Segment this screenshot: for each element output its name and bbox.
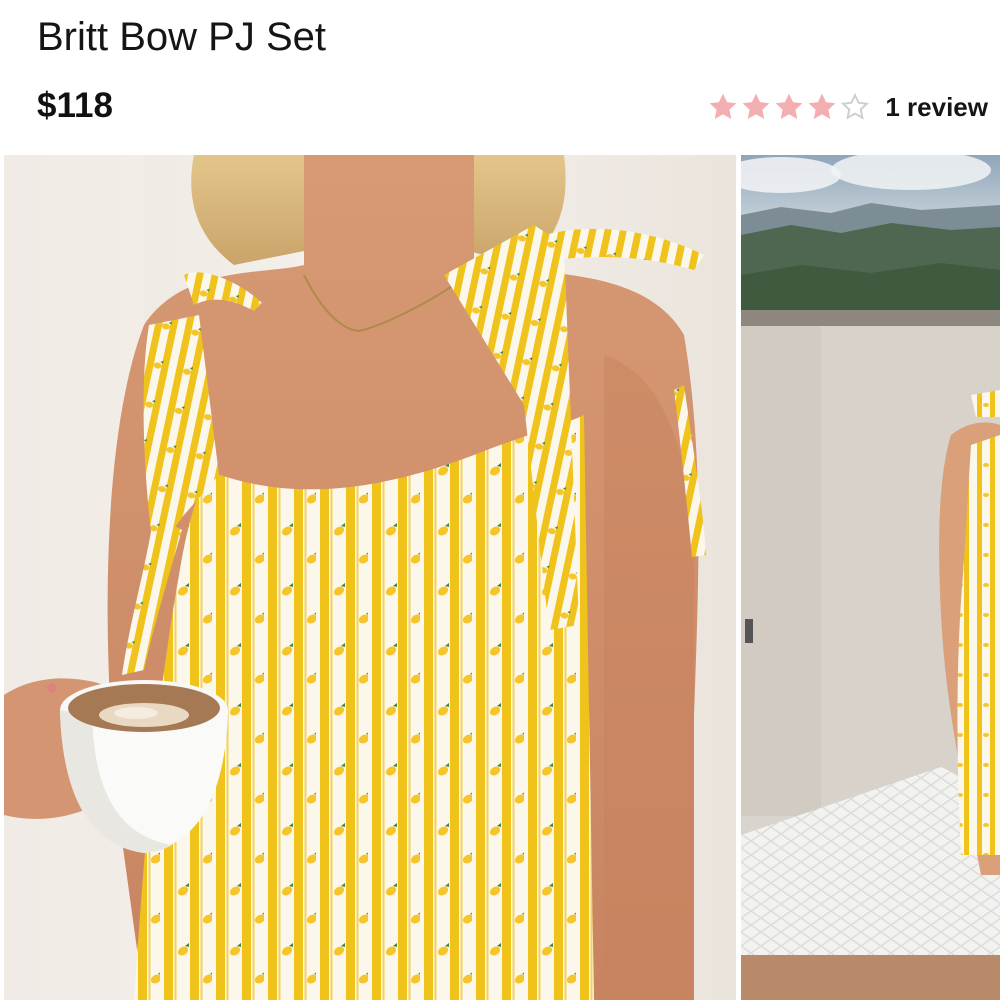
model-on-terrace-photo [741,155,1000,1000]
product-image-gallery[interactable] [0,155,1000,1000]
gallery-image-main[interactable] [4,155,736,1000]
product-header: Britt Bow PJ Set $118 1 review [0,0,1000,155]
gallery-image-next[interactable] [741,155,1000,1000]
star-icon [743,93,770,119]
model-holding-coffee-cup-photo [4,155,736,1000]
star-icon [776,93,803,119]
product-price: $118 [37,86,113,125]
product-title: Britt Bow PJ Set [37,15,326,59]
star-icon [710,93,737,119]
star-outline-icon [841,92,870,120]
rating-summary[interactable]: 1 review [708,90,988,124]
reviews-link[interactable]: 1 review [885,92,988,123]
star-icon [809,93,836,119]
